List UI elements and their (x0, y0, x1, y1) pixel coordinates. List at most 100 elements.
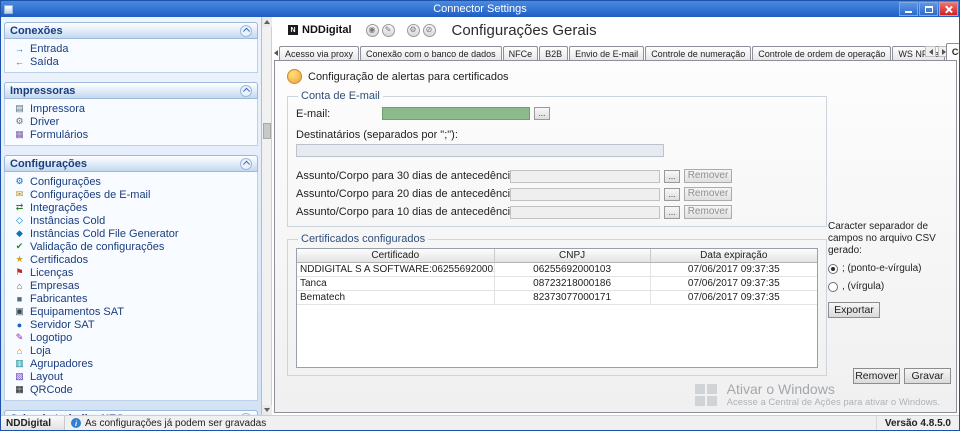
chevron-up-icon[interactable] (240, 84, 252, 97)
sidebar-item-icon: ■ (16, 293, 23, 304)
alert-remove-button[interactable]: Remover (684, 187, 732, 201)
sidebar-item-label: Logotipo (30, 331, 73, 344)
sidebar-item[interactable]: ✎ Logotipo (5, 331, 257, 344)
column-header[interactable]: CNPJ (494, 249, 651, 263)
sidebar-item[interactable]: ✔ Validação de configurações (5, 240, 257, 253)
alert-subject-field[interactable] (510, 169, 660, 183)
banner-text: Configuração de alertas para certificado… (308, 70, 509, 83)
table-header: Certificado CNPJ Data expiração (297, 249, 817, 263)
alert-browse-button[interactable]: ... (664, 205, 680, 219)
tab[interactable]: NFCe (502, 46, 539, 60)
sidebar-item[interactable]: ⌂ Loja (5, 344, 257, 357)
sidebar-item-icon: ⌂ (16, 280, 23, 291)
tab[interactable]: Conexão com o banco de dados (360, 46, 502, 60)
sidebar-item[interactable]: ▥ Agrupadores (5, 357, 257, 370)
sidebar-item[interactable]: ◇ Instâncias Cold (5, 214, 257, 227)
sidebar-item[interactable]: → Entrada (5, 42, 257, 55)
sidebar-item[interactable]: ▦ Formulários (5, 128, 257, 141)
csv-option[interactable]: , (vírgula) (828, 281, 952, 293)
alert-remove-button[interactable]: Remover (684, 205, 732, 219)
chevron-up-icon[interactable] (240, 157, 252, 170)
sidebar-item-label: Validação de configurações (30, 240, 165, 253)
scrollbar-thumb[interactable] (262, 123, 271, 139)
csv-option-label: , (vírgula) (842, 281, 885, 292)
minimize-icon (905, 11, 912, 13)
sidebar-item-icon: ← (15, 56, 24, 67)
sidebar: Conexões → Entrada ← Saída Impressoras ▤… (1, 17, 262, 415)
tab[interactable]: Certificad... (945, 43, 959, 60)
close-button[interactable] (939, 2, 958, 16)
tabs: Acesso via proxy Conexão com o banco de … (279, 43, 959, 60)
alert-row-label: Assunto/Corpo para 30 dias de antecedênc… (296, 170, 520, 182)
sidebar-item[interactable]: ■ Fabricantes (5, 292, 257, 305)
csv-option[interactable]: ; (ponto-e-vírgula) (828, 263, 952, 275)
alert-subject-field[interactable] (510, 205, 660, 219)
sidebar-item-label: Integrações (30, 201, 88, 214)
table-row[interactable]: Bematech 82373077000171 07/06/2017 09:37… (297, 291, 817, 305)
certificates-group-legend: Certificados configurados (301, 233, 426, 245)
tab[interactable]: B2B (539, 46, 569, 60)
alert-subject-field[interactable] (510, 187, 660, 201)
sidebar-item[interactable]: ⇄ Integrações (5, 201, 257, 214)
chevron-up-icon[interactable] (240, 24, 252, 37)
watermark-line2: Acesse a Central de Ações para ativar o … (726, 397, 940, 408)
sidebar-section-header-impressoras[interactable]: Impressoras (4, 82, 258, 99)
radio-icon[interactable] (828, 282, 838, 292)
sidebar-item[interactable]: ⚑ Licenças (5, 266, 257, 279)
table-row[interactable]: NDDIGITAL S A SOFTWARE:06255692000103 06… (297, 263, 817, 277)
app-icon (4, 4, 13, 14)
table-row[interactable]: Tanca 08723218000186 07/06/2017 09:37:35 (297, 277, 817, 291)
tab[interactable]: Controle de ordem de operação (752, 46, 892, 60)
radio-icon[interactable] (828, 264, 838, 274)
sidebar-item-label: Formulários (30, 128, 89, 141)
footer-buttons: Remover Gravar (853, 368, 951, 384)
sidebar-item[interactable]: ▧ Layout (5, 370, 257, 383)
sidebar-item-label: Servidor SAT (30, 318, 95, 331)
email-field[interactable] (382, 107, 530, 120)
sidebar-item[interactable]: ⌂ Empresas (5, 279, 257, 292)
tab[interactable]: Acesso via proxy (279, 46, 360, 60)
pencil-icon[interactable]: ✎ (381, 23, 395, 37)
sidebar-item[interactable]: ← Saída (5, 55, 257, 68)
recipients-field[interactable] (296, 144, 664, 157)
sidebar-item[interactable]: ▦ QRCode (5, 383, 257, 396)
tab-label: Conexão com o banco de dados (366, 48, 496, 59)
maximize-button[interactable] (919, 2, 938, 16)
sidebar-item[interactable]: ⚙ Configurações (5, 175, 257, 188)
sidebar-item-label: Configurações de E-mail (30, 188, 151, 201)
email-browse-button[interactable]: ... (534, 107, 550, 120)
column-header[interactable]: Data expiração (650, 249, 817, 263)
globe-icon[interactable]: ◉ (365, 23, 379, 37)
alert-browse-button[interactable]: ... (664, 169, 680, 183)
column-header[interactable]: Certificado (297, 249, 495, 263)
tab-label: Certificad... (951, 47, 959, 57)
save-button[interactable]: Gravar (904, 368, 951, 384)
tab-scroll-prev-button[interactable] (925, 46, 936, 57)
sidebar-item[interactable]: ◆ Instâncias Cold File Generator (5, 227, 257, 240)
sidebar-item[interactable]: ▤ Impressora (5, 102, 257, 115)
sidebar-section-header-conexoes[interactable]: Conexões (4, 22, 258, 39)
email-account-group: Conta de E-mail E-mail: ... Destinatário… (287, 90, 827, 227)
sidebar-item[interactable]: ● Servidor SAT (5, 318, 257, 331)
tab[interactable]: Controle de numeração (645, 46, 752, 60)
remove-button[interactable]: Remover (853, 368, 900, 384)
tab-scroll-left-button[interactable] (274, 47, 278, 59)
sidebar-item[interactable]: ★ Certificados (5, 253, 257, 266)
sidebar-section-header-configuracoes[interactable]: Configurações (4, 155, 258, 172)
alert-row-label: Assunto/Corpo para 20 dias de antecedênc… (296, 188, 520, 200)
sidebar-item-icon: ⚙ (15, 116, 24, 126)
scroll-down-button[interactable] (261, 405, 272, 415)
sidebar-item[interactable]: ⚙ Driver (5, 115, 257, 128)
tab[interactable]: Envio de E-mail (569, 46, 645, 60)
alert-remove-button[interactable]: Remover (684, 169, 732, 183)
close-circle-icon[interactable]: ⊘ (422, 23, 436, 37)
sidebar-item[interactable]: ▣ Equipamentos SAT (5, 305, 257, 318)
status-version: Versão 4.8.5.0 (875, 416, 959, 430)
minimize-button[interactable] (899, 2, 918, 16)
gear-icon[interactable]: ⚙ (406, 23, 420, 37)
arrow-right-icon (941, 48, 946, 55)
alert-browse-button[interactable]: ... (664, 187, 680, 201)
export-button[interactable]: Exportar (828, 302, 880, 318)
sidebar-item[interactable]: ✉ Configurações de E-mail (5, 188, 257, 201)
scroll-up-button[interactable] (261, 17, 272, 27)
